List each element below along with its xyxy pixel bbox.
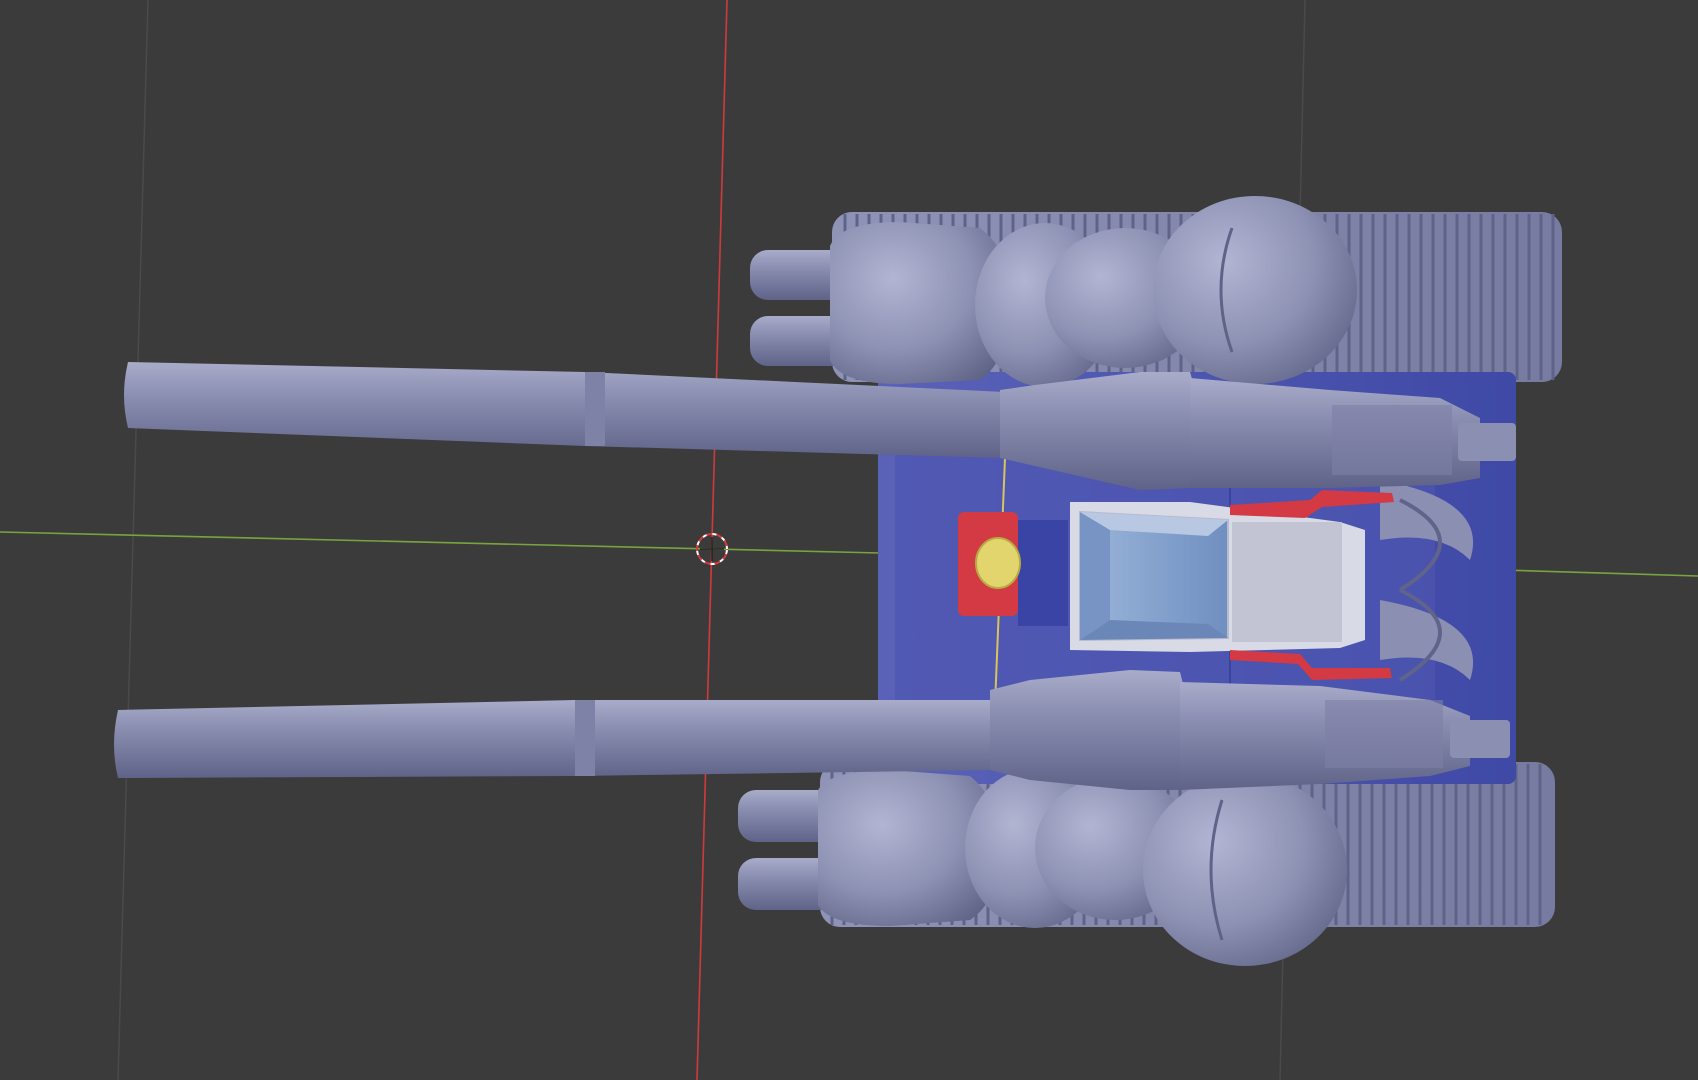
cannon-lower[interactable]: [114, 670, 1510, 790]
3d-cursor[interactable]: [696, 533, 728, 565]
front-light-assembly[interactable]: [958, 512, 1068, 626]
3d-viewport[interactable]: [0, 0, 1698, 1080]
headlight: [975, 537, 1021, 589]
turret-top-dome: [1153, 196, 1357, 384]
viewport-canvas[interactable]: [0, 0, 1698, 1080]
tank-model[interactable]: [114, 196, 1562, 966]
turret-bottom[interactable]: [738, 768, 1347, 966]
turret-bottom-dome: [1143, 774, 1347, 966]
